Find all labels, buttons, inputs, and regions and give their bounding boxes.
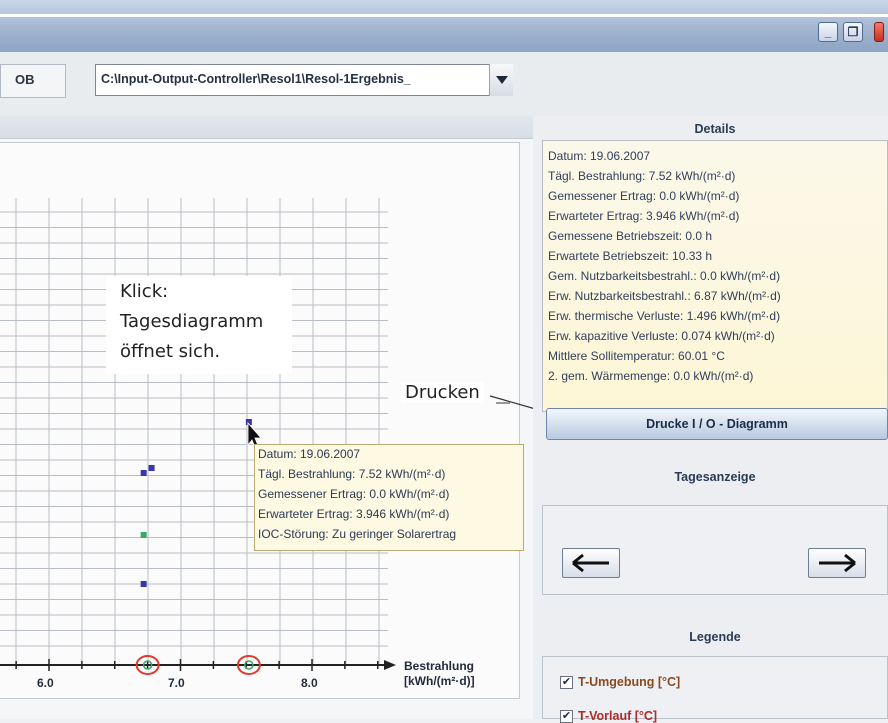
titlebar-highlight xyxy=(0,14,888,17)
close-button[interactable] xyxy=(874,22,884,42)
details-line: Erwartete Betriebszeit: 10.33 h xyxy=(548,249,713,263)
day-nav-title: Tagesanzeige xyxy=(674,470,756,484)
details-line: Tägl. Bestrahlung: 7.52 kWh/(m²·d) xyxy=(548,169,736,183)
chart-grid xyxy=(0,198,388,665)
x-axis xyxy=(0,659,396,671)
details-line: Datum: 19.06.2007 xyxy=(548,149,651,163)
data-point xyxy=(140,532,147,538)
x-axis-arrowhead xyxy=(384,660,396,670)
x-tick-label: 7.0 xyxy=(168,676,185,690)
details-line: Erw. kapazitive Verluste: 0.074 kWh/(m²·… xyxy=(548,329,775,343)
details-line: Gemessene Betriebszeit: 0.0 h xyxy=(548,229,713,243)
annotation-tagesdiagramm: Tagesdiagramm xyxy=(120,311,264,332)
previous-day-button[interactable] xyxy=(562,548,620,578)
restore-icon: ❐ xyxy=(847,25,859,39)
legend-checkbox[interactable]: ✔ xyxy=(560,710,573,723)
x-axis-unit: [kWh/(m²·d)] xyxy=(404,674,475,688)
data-point xyxy=(140,581,147,587)
data-point xyxy=(245,419,252,425)
x-tick-label: 6.0 xyxy=(37,676,54,690)
arrow-right-icon xyxy=(819,553,856,573)
io-chart[interactable] xyxy=(0,140,533,720)
x-axis-title: Bestrahlung xyxy=(404,659,475,673)
details-line: Mittlere Sollitemperatur: 60.01 °C xyxy=(548,349,725,363)
details-line: Erw. Nutzbarkeitsbestrahl.: 6.87 kWh/(m²… xyxy=(548,289,781,303)
tooltip-line: Erwarteter Ertrag: 3.946 kWh/(m²·d) xyxy=(258,507,450,521)
annotation-oeffnet: öffnet sich. xyxy=(120,341,221,362)
path-combobox[interactable]: C:\Input-Output-Controller\Resol1\Resol-… xyxy=(95,64,513,96)
restore-button[interactable]: ❐ xyxy=(843,22,863,42)
next-day-button[interactable] xyxy=(808,548,866,578)
details-line: 2. gem. Wärmemenge: 0.0 kWh/(m²·d) xyxy=(548,369,754,383)
legend-item-label: T-Umgebung [°C] xyxy=(578,675,681,689)
window-titlebar: _ ❐ xyxy=(0,0,888,52)
legend-checkbox[interactable]: ✔ xyxy=(560,676,573,689)
data-point xyxy=(140,470,147,476)
tooltip-line: Gemessener Ertrag: 0.0 kWh/(m²·d) xyxy=(258,487,450,501)
annotation-click: Klick: xyxy=(120,281,169,302)
chevron-down-icon[interactable] xyxy=(489,64,513,96)
print-diagram-button[interactable]: Drucke I / O - Diagramm xyxy=(546,408,888,440)
chart-panel-header xyxy=(0,116,533,139)
legend-title: Legende xyxy=(689,630,741,644)
legend-item-label: T-Vorlauf [°C] xyxy=(578,709,658,723)
minimize-button[interactable]: _ xyxy=(818,22,838,42)
tooltip-line: Tägl. Bestrahlung: 7.52 kWh/(m²·d) xyxy=(258,467,446,481)
x-tick-label: 8.0 xyxy=(301,676,318,690)
tooltip-line: IOC-Störung: Zu geringer Solarertrag xyxy=(258,527,457,541)
details-line: Gem. Nutzbarkeitsbestrahl.: 0.0 kWh/(m²·… xyxy=(548,269,781,283)
minimize-icon: _ xyxy=(824,25,832,39)
details-line: Gemessener Ertrag: 0.0 kWh/(m²·d) xyxy=(548,189,740,203)
arrow-left-icon xyxy=(572,553,609,573)
details-line: Erwarteter Ertrag: 3.946 kWh/(m²·d) xyxy=(548,209,740,223)
tooltip-line: Datum: 19.06.2007 xyxy=(258,447,361,461)
annotation-drucken: Drucken xyxy=(401,382,484,403)
data-point xyxy=(148,465,155,471)
details-line: Erw. thermische Verluste: 1.496 kWh/(m²·… xyxy=(548,309,781,323)
details-title: Details xyxy=(694,122,736,136)
file-label[interactable]: OB xyxy=(0,64,66,98)
